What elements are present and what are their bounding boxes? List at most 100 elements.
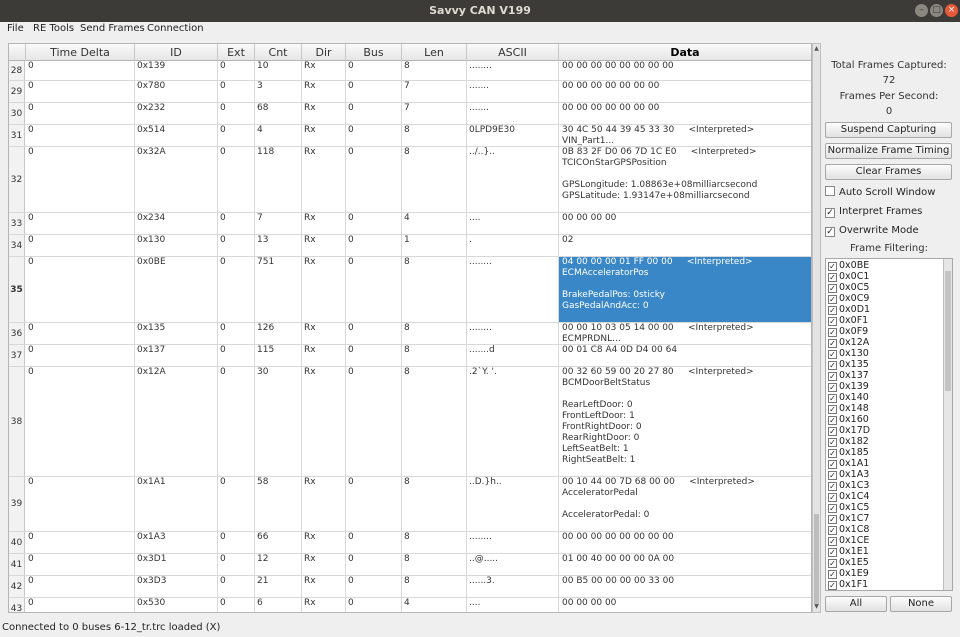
cell-len[interactable]: 1 (402, 235, 467, 256)
cell-bus[interactable]: 0 (346, 554, 402, 575)
checkbox-icon[interactable]: ✓ (828, 515, 837, 524)
cell-len[interactable]: 8 (402, 532, 467, 553)
cell-time[interactable]: 0 (26, 235, 135, 256)
cell-time[interactable]: 0 (26, 532, 135, 553)
table-row[interactable]: 34 0 0x130 0 13 Rx 0 1. 02 (9, 235, 811, 257)
filter-item[interactable]: ✓0x1F3 (828, 590, 868, 591)
row-number[interactable]: 30 (9, 103, 25, 124)
cell-ascii[interactable]: .... (467, 598, 559, 612)
cell-ascii[interactable]: . (467, 235, 559, 256)
column-header-ext[interactable]: Ext (218, 44, 255, 61)
filter-item[interactable]: ✓ 0x185 (828, 447, 869, 458)
filter-item[interactable]: ✓ 0x1C4 (828, 491, 869, 502)
cell-ascii[interactable]: ..D.}h.. (467, 477, 559, 531)
cell-len[interactable]: 8 (402, 554, 467, 575)
filter-item[interactable]: ✓ 0x12A (828, 337, 869, 348)
cell-dir[interactable]: Rx (302, 213, 346, 234)
cell-ext[interactable]: 0 (218, 532, 255, 553)
cell-data[interactable]: 00 B5 00 00 00 00 33 00 (559, 576, 811, 597)
cell-id[interactable]: 0x1A3 (135, 532, 218, 553)
filter-item[interactable]: ✓ 0x135 (828, 359, 869, 370)
cell-bus[interactable]: 0 (346, 103, 402, 124)
cell-dir[interactable]: Rx (302, 61, 346, 80)
row-number[interactable]: 28 (9, 61, 25, 80)
menu-connection[interactable]: Connection (147, 23, 204, 34)
cell-cnt[interactable]: 126 (255, 323, 302, 344)
cell-len[interactable]: 4 (402, 213, 467, 234)
maximize-icon[interactable]: □ (930, 4, 943, 17)
table-row[interactable]: 30 0 0x232 0 68 Rx 0 7....... 00 00 00 00 00 00 … (9, 103, 811, 125)
cell-cnt[interactable]: 30 (255, 367, 302, 476)
row-number[interactable]: 36 (9, 323, 25, 344)
row-number[interactable]: 43 (9, 598, 25, 612)
checkbox-icon[interactable]: ✓ (828, 306, 837, 315)
cell-cnt[interactable]: 68 (255, 103, 302, 124)
cell-time[interactable]: 0 (26, 598, 135, 612)
cell-time[interactable]: 0 (26, 213, 135, 234)
cell-ascii[interactable]: .......d (467, 345, 559, 366)
cell-bus[interactable]: 0 (346, 125, 402, 146)
cell-data[interactable]: 30 4C 50 44 39 45 33 30 <Interpreted> VI… (559, 125, 811, 146)
checkbox-icon[interactable]: ✓ (828, 504, 837, 513)
cell-id[interactable]: 0x3D1 (135, 554, 218, 575)
cell-time[interactable]: 0 (26, 367, 135, 476)
cell-bus[interactable]: 0 (346, 367, 402, 476)
column-header-time-delta[interactable]: Time Delta (26, 44, 135, 61)
filter-item[interactable]: ✓ 0x1E5 (828, 557, 869, 568)
cell-bus[interactable]: 0 (346, 257, 402, 322)
checkbox-icon[interactable]: ✓ (825, 208, 835, 218)
checkbox-icon[interactable]: ✓ (828, 493, 837, 502)
cell-data[interactable]: 00 00 00 00 (559, 213, 811, 234)
cell-bus[interactable]: 0 (346, 323, 402, 344)
checkbox-icon[interactable]: ✓ (828, 262, 837, 271)
cell-id[interactable]: 0x0BE (135, 257, 218, 322)
cell-time[interactable]: 0 (26, 477, 135, 531)
table-row[interactable]: 32 0 0x32A 0 118 Rx 0 8 ../..}.. 0B 83 2F D0 06 7… (9, 147, 811, 213)
cell-dir[interactable]: Rx (302, 103, 346, 124)
cell-len[interactable]: 7 (402, 103, 467, 124)
cell-time[interactable]: 0 (26, 147, 135, 212)
minimize-icon[interactable]: – (915, 4, 928, 17)
cell-id[interactable]: 0x130 (135, 235, 218, 256)
cell-data[interactable]: 00 00 00 00 00 00 00 (559, 81, 811, 102)
table-row[interactable]: 38 0 0x12A 0 30 Rx 0 8.2`Y. '. 00 32 60 59 00 20… (9, 367, 811, 477)
cell-ascii[interactable]: ........ (467, 532, 559, 553)
row-number[interactable]: 35 (9, 257, 25, 322)
table-scrollbar[interactable]: ▲ ▼ (812, 43, 821, 613)
cell-bus[interactable]: 0 (346, 81, 402, 102)
checkbox-icon[interactable]: ✓ (828, 526, 837, 535)
filter-item[interactable]: ✓ 0x1A1 (828, 458, 869, 469)
cell-ascii[interactable]: .... (467, 213, 559, 234)
cell-bus[interactable]: 0 (346, 213, 402, 234)
filter-item[interactable]: ✓ 0x0F1 (828, 315, 868, 326)
cell-cnt[interactable]: 58 (255, 477, 302, 531)
cell-data[interactable]: 00 00 10 03 05 14 00 00 <Interpreted> EC… (559, 323, 811, 344)
scroll-up-icon[interactable]: ▲ (813, 45, 820, 53)
cell-dir[interactable]: Rx (302, 367, 346, 476)
cell-id[interactable]: 0x234 (135, 213, 218, 234)
row-number[interactable]: 40 (9, 532, 25, 553)
filter-item[interactable]: ✓ 0x0C5 (828, 282, 869, 293)
column-header-ascii[interactable]: ASCII (467, 44, 559, 61)
cell-bus[interactable]: 0 (346, 235, 402, 256)
checkbox-icon[interactable]: ✓ (828, 482, 837, 491)
checkbox-icon[interactable]: ✓ (828, 537, 837, 546)
checkbox-icon[interactable] (825, 186, 835, 196)
filter-item[interactable]: ✓ 0x140 (828, 392, 869, 403)
suspend-capturing-button[interactable]: Suspend Capturing (825, 122, 952, 138)
cell-time[interactable]: 0 (26, 554, 135, 575)
normalize-frame-timing-button[interactable]: Normalize Frame Timing (825, 143, 952, 159)
cell-id[interactable]: 0x32A (135, 147, 218, 212)
cell-dir[interactable]: Rx (302, 532, 346, 553)
cell-ext[interactable]: 0 (218, 213, 255, 234)
cell-len[interactable]: 8 (402, 125, 467, 146)
cell-ext[interactable]: 0 (218, 554, 255, 575)
column-header-data[interactable]: Data (559, 44, 811, 61)
cell-ascii[interactable]: ........ (467, 61, 559, 80)
cell-id[interactable]: 0x514 (135, 125, 218, 146)
cell-data[interactable]: 00 00 00 00 (559, 598, 811, 612)
menu-re-tools[interactable]: RE Tools (33, 23, 74, 34)
cell-ascii[interactable]: ....... (467, 81, 559, 102)
cell-data[interactable]: 02 (559, 235, 811, 256)
cell-ascii[interactable]: ....... (467, 103, 559, 124)
